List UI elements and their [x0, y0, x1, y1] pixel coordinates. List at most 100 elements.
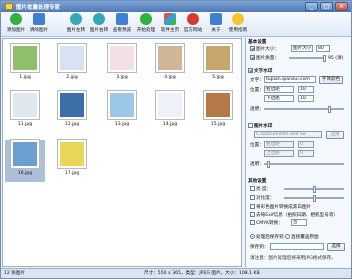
app-icon	[5, 3, 13, 10]
remove-exif-option: 去除Exif信息（拍照日期、相机型号等）	[250, 212, 338, 218]
image-watermark-title: 图片水印	[248, 123, 272, 129]
image-thumb[interactable]: 1.jpg	[5, 44, 45, 86]
minimize-button[interactable]: _	[305, 2, 318, 11]
quality-checkbox[interactable]	[250, 55, 255, 60]
help-icon	[232, 13, 244, 25]
save-format-note: 请注意：图片处理后将采用JPG格式保存。	[250, 256, 336, 261]
text-label: 文字：	[250, 78, 264, 83]
choose-watermark-button[interactable]: 选择	[326, 131, 344, 139]
overwrite-radio[interactable]	[285, 234, 291, 239]
text-horizontal-value[interactable]: 10	[298, 86, 314, 93]
choose-save-folder-button[interactable]: 选择	[327, 243, 345, 251]
cmyk-select[interactable]: 否	[291, 219, 307, 226]
text-opacity-label: 透明：	[250, 107, 264, 112]
start-process-icon	[140, 13, 152, 25]
image-thumb[interactable]: 12.jpg	[52, 91, 92, 133]
image-horizontal-value[interactable]: 0	[298, 141, 314, 148]
status-bar: 12 张图片 尺寸：550 x 365，类型：JPEG 图片，大小：108.1 …	[1, 268, 351, 278]
image-thumb-selected[interactable]: 16.jpg	[5, 140, 45, 182]
grayscale-checkbox[interactable]	[250, 204, 255, 209]
text-vertical-select[interactable]: 下边距	[264, 95, 294, 102]
watermark-image-path[interactable]: C:\Documents and Se	[254, 131, 322, 138]
resize-row: 图片大小：	[250, 46, 279, 52]
text-watermark-checkbox[interactable]	[248, 68, 253, 73]
brightness-slider[interactable]	[284, 186, 344, 193]
image-count: 12 张图片	[4, 271, 26, 276]
image-opacity-slider[interactable]	[264, 161, 344, 168]
image-gallery[interactable]: 1.jpg 2.jpg 3.jpg 4.jpg 5.jpg 11.jpg 12.…	[2, 38, 242, 267]
save-path-field[interactable]	[270, 243, 324, 250]
window-title: 图片批量处理专家	[16, 5, 61, 11]
contrast-checkbox[interactable]	[250, 195, 255, 200]
image-thumb[interactable]: 2.jpg	[52, 44, 92, 86]
resize-size-field[interactable]: 80	[316, 45, 330, 52]
image-thumb[interactable]: 3.jpg	[102, 44, 142, 86]
image-thumb[interactable]: 5.jpg	[198, 44, 238, 86]
save-mode-row: 处理后保存到 直接覆盖原图	[250, 234, 319, 240]
thumbnail-image	[108, 44, 136, 72]
image-thumb[interactable]: 4.jpg	[150, 44, 190, 86]
clear-images-button[interactable]: 清除图片	[25, 13, 53, 36]
image-opacity-label: 透明：	[250, 162, 264, 167]
guide-button[interactable]: 使用指南	[224, 13, 252, 36]
quality-slider[interactable]	[289, 55, 326, 62]
resize-checkbox[interactable]	[250, 46, 255, 51]
watermark-text-field[interactable]: tupian.qianzui.com	[264, 76, 316, 83]
thumbnail-image	[156, 91, 184, 119]
contrast-slider[interactable]	[284, 195, 344, 202]
rotate-right-icon	[93, 13, 105, 25]
thumbnail-image	[58, 44, 86, 72]
quality-row: 图片质量：	[250, 55, 279, 61]
text-opacity-knob[interactable]	[328, 106, 331, 113]
text-vertical-value[interactable]: 10	[298, 95, 314, 102]
image-thumb[interactable]: 17.jpg	[52, 140, 92, 182]
cmyk-checkbox[interactable]	[250, 220, 255, 225]
image-thumb[interactable]: 15.jpg	[198, 91, 238, 133]
thumbnail-image	[58, 140, 86, 168]
thumbnail-image	[11, 140, 39, 168]
thumbnail-image	[204, 44, 232, 72]
thumbnail-image	[156, 44, 184, 72]
resize-mode-select[interactable]: 图片大小：	[291, 45, 313, 52]
image-horizontal-select[interactable]: 右边距	[264, 141, 294, 148]
brightness-checkbox[interactable]	[250, 186, 255, 191]
text-horizontal-select[interactable]: 右边距	[264, 86, 294, 93]
font-color-button[interactable]: 字体颜色	[319, 76, 343, 84]
grayscale-option: 将彩色图片转换成黑白图片	[250, 204, 311, 210]
brightness-row: 亮 度：	[250, 186, 271, 192]
thumbnail-image	[58, 91, 86, 119]
clear-images-icon	[33, 13, 45, 25]
main-window: 图片批量处理专家 _ □ × 添加图片 清除图片 图片左转 图片右转 查看预览 …	[0, 0, 352, 279]
image-vertical-select[interactable]: 上边距	[264, 150, 294, 157]
text-opacity-slider[interactable]	[264, 106, 344, 113]
cmyk-option: CMYK转换：	[250, 220, 283, 226]
maximize-button[interactable]: □	[320, 2, 333, 11]
image-watermark-checkbox[interactable]	[248, 123, 253, 128]
contrast-row: 对比度：	[250, 195, 274, 201]
title-bar[interactable]: 图片批量处理专家 _ □ ×	[1, 1, 351, 12]
image-thumb[interactable]: 13.jpg	[102, 91, 142, 133]
thumbnail-image	[108, 91, 136, 119]
contrast-knob[interactable]	[313, 195, 316, 202]
rotate-left-icon	[70, 13, 82, 25]
remove-exif-checkbox[interactable]	[250, 212, 255, 217]
image-vertical-value[interactable]: 0	[298, 150, 314, 157]
image-thumb[interactable]: 14.jpg	[150, 91, 190, 133]
image-details: 尺寸：550 x 365，类型：JPEG 图片，大小：108.1 KB	[144, 271, 260, 276]
close-button[interactable]: ×	[335, 2, 348, 11]
image-thumb[interactable]: 11.jpg	[5, 91, 45, 133]
quality-slider-knob[interactable]	[323, 55, 326, 62]
basic-settings-title: 基本设置	[248, 40, 267, 45]
thumbnail-image	[11, 91, 39, 119]
image-opacity-knob[interactable]	[267, 161, 270, 168]
brightness-knob[interactable]	[313, 186, 316, 193]
save-to-radio[interactable]	[250, 234, 255, 239]
thumbnail-image	[204, 91, 232, 119]
image-position-label: 位置：	[250, 143, 264, 148]
add-image-icon	[10, 13, 22, 25]
website-icon	[187, 13, 199, 25]
toolbar: 添加图片 清除图片 图片左转 图片右转 查看预览 开始处理 软件主页 官方网站 …	[1, 12, 351, 37]
thumbnail-image	[11, 44, 39, 72]
text-position-label: 位置：	[250, 88, 264, 93]
homepage-icon	[164, 13, 176, 25]
